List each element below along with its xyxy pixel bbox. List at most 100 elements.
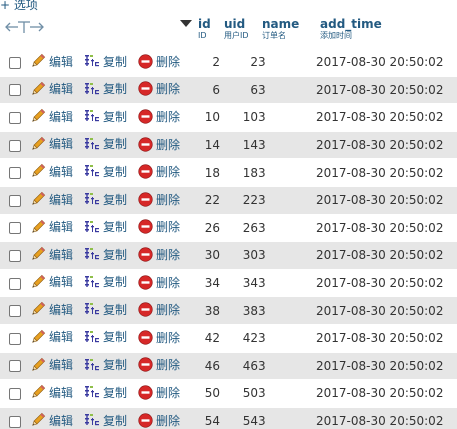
column-toggle-arrows-icon[interactable]: [3, 19, 51, 35]
copy-cell: 复制: [84, 379, 138, 408]
delete-label: 删除: [156, 137, 181, 152]
cell-name: 3: [258, 75, 316, 104]
copy-icon: [85, 358, 99, 370]
table-row: 编辑 复制 删除 46 46 3 2017-08-30 20:50:02: [0, 351, 457, 380]
copy-cell: 复制: [84, 48, 138, 77]
pencil-icon: [32, 357, 46, 371]
edit-cell: 编辑: [30, 158, 84, 187]
delete-link[interactable]: 删除: [138, 108, 180, 125]
delete-link[interactable]: 删除: [138, 356, 180, 373]
edit-link[interactable]: 编辑: [30, 108, 73, 125]
copy-link[interactable]: 复制: [84, 80, 127, 97]
row-checkbox[interactable]: [9, 222, 21, 235]
column-header-id[interactable]: id ID: [194, 13, 220, 49]
delete-link[interactable]: 删除: [138, 384, 180, 401]
delete-label: 删除: [156, 192, 181, 207]
copy-link[interactable]: 复制: [84, 384, 127, 401]
cell-uid: 42: [220, 323, 258, 353]
delete-link[interactable]: 删除: [138, 163, 180, 180]
row-checkbox[interactable]: [9, 360, 21, 373]
delete-cell: 删除: [138, 406, 194, 429]
copy-link[interactable]: 复制: [84, 135, 127, 152]
edit-link[interactable]: 编辑: [30, 191, 73, 208]
edit-link[interactable]: 编辑: [30, 273, 73, 290]
row-checkbox[interactable]: [9, 305, 21, 318]
delete-link[interactable]: 删除: [138, 80, 180, 97]
row-checkbox[interactable]: [9, 387, 21, 400]
copy-link[interactable]: 复制: [84, 108, 127, 125]
edit-cell: 编辑: [30, 213, 84, 242]
delete-link[interactable]: 删除: [138, 191, 180, 208]
column-name-uid[interactable]: uid: [220, 13, 258, 31]
copy-link[interactable]: 复制: [84, 163, 127, 180]
row-checkbox[interactable]: [9, 415, 21, 428]
cell-id: 46: [194, 351, 220, 380]
edit-link[interactable]: 编辑: [30, 384, 73, 401]
copy-link[interactable]: 复制: [84, 218, 127, 235]
edit-label: 编辑: [49, 54, 74, 69]
column-name-name[interactable]: name: [258, 13, 316, 31]
delete-link[interactable]: 删除: [138, 329, 180, 346]
edit-link[interactable]: 编辑: [30, 246, 73, 263]
copy-link[interactable]: 复制: [84, 412, 127, 429]
delete-link[interactable]: 删除: [138, 274, 180, 291]
copy-link[interactable]: 复制: [84, 273, 127, 290]
cell-id: 34: [194, 268, 220, 297]
edit-link[interactable]: 编辑: [30, 135, 73, 152]
delete-link[interactable]: 删除: [138, 301, 180, 318]
row-checkbox[interactable]: [9, 249, 21, 262]
cell-uid: 18: [220, 158, 258, 187]
row-checkbox[interactable]: [9, 332, 21, 345]
copy-link[interactable]: 复制: [84, 246, 127, 263]
delete-link[interactable]: 删除: [138, 136, 180, 153]
delete-link[interactable]: 删除: [138, 53, 180, 70]
delete-link[interactable]: 删除: [138, 218, 180, 235]
copy-cell: 复制: [84, 406, 138, 429]
delete-link[interactable]: 删除: [138, 412, 180, 429]
column-name-id[interactable]: id: [194, 13, 220, 31]
edit-link[interactable]: 编辑: [30, 80, 73, 97]
edit-link[interactable]: 编辑: [30, 301, 73, 318]
copy-link[interactable]: 复制: [84, 328, 127, 345]
edit-link[interactable]: 编辑: [30, 163, 73, 180]
row-checkbox[interactable]: [9, 84, 21, 97]
delete-link[interactable]: 删除: [138, 246, 180, 263]
delete-icon: [138, 247, 153, 262]
edit-link[interactable]: 编辑: [30, 218, 73, 235]
column-header-name[interactable]: name 订单名: [258, 13, 316, 49]
copy-cell: 复制: [84, 75, 138, 104]
copy-label: 复制: [103, 413, 128, 428]
copy-link[interactable]: 复制: [84, 301, 127, 318]
cell-id: 2: [194, 48, 220, 77]
row-checkbox[interactable]: [9, 56, 21, 69]
edit-link[interactable]: 编辑: [30, 412, 73, 429]
row-checkbox[interactable]: [9, 277, 21, 290]
row-checkbox[interactable]: [9, 167, 21, 180]
pencil-icon: [32, 53, 46, 67]
edit-link[interactable]: 编辑: [30, 328, 73, 345]
copy-link[interactable]: 复制: [84, 356, 127, 373]
row-checkbox[interactable]: [9, 139, 21, 152]
copy-cell: 复制: [84, 158, 138, 187]
row-checkbox[interactable]: [9, 194, 21, 207]
edit-label: 编辑: [49, 330, 74, 345]
pencil-icon: [32, 247, 46, 260]
delete-icon: [138, 274, 153, 290]
options-link[interactable]: + 选项: [0, 0, 38, 12]
edit-link[interactable]: 编辑: [30, 53, 73, 70]
row-checkbox[interactable]: [9, 111, 21, 124]
copy-link[interactable]: 复制: [84, 191, 127, 208]
column-header-add-time[interactable]: add_time 添加时间: [316, 13, 457, 49]
cell-add-time: 2017-08-30 20:50:02: [316, 185, 457, 215]
edit-link[interactable]: 编辑: [30, 356, 73, 373]
row-checkbox-cell: [0, 75, 30, 104]
copy-link[interactable]: 复制: [84, 53, 127, 70]
copy-icon: [85, 82, 99, 94]
copy-label: 复制: [103, 330, 128, 345]
sort-dropdown-icon[interactable]: [180, 20, 192, 28]
column-header-uid[interactable]: uid 用户ID: [220, 13, 258, 49]
delete-icon: [138, 330, 153, 345]
edit-cell: 编辑: [30, 103, 84, 132]
cell-add-time: 2017-08-30 20:50:02: [316, 158, 457, 187]
column-name-add-time[interactable]: add_time: [316, 13, 457, 31]
